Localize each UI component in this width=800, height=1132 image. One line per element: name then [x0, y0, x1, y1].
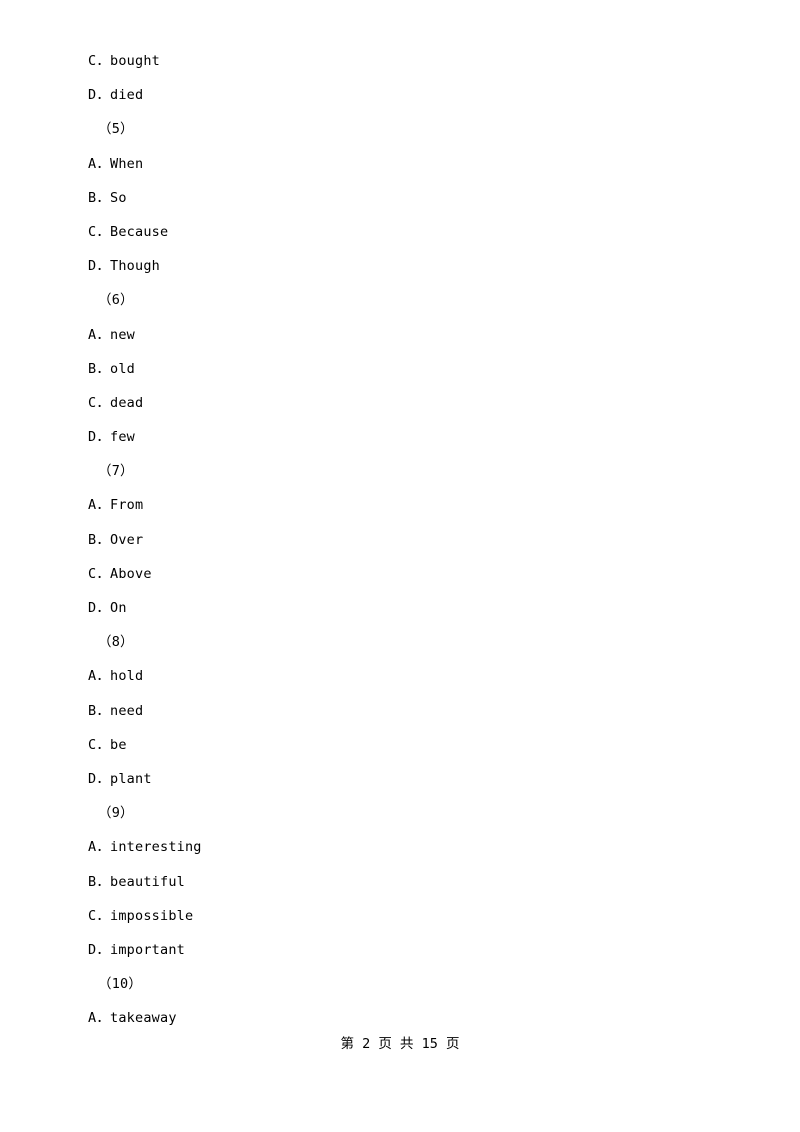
question-number: （10）: [98, 976, 143, 993]
question-number: （6）: [98, 292, 134, 309]
answer-option: D．few: [88, 429, 136, 446]
answer-option: D．On: [88, 600, 127, 616]
answer-option: D．died: [88, 87, 144, 104]
question-number: （8）: [98, 634, 134, 651]
answer-option: C．bought: [88, 53, 160, 69]
answer-option: B．So: [88, 189, 127, 206]
answer-option: A．hold: [88, 668, 144, 685]
answer-option: D．plant: [88, 770, 152, 787]
answer-option: C．be: [88, 736, 127, 753]
question-number: （7）: [98, 463, 134, 480]
question-number: （9）: [98, 805, 134, 822]
answer-option: D．important: [88, 941, 185, 958]
answer-option: B．Over: [88, 531, 144, 548]
answer-option: C．impossible: [88, 907, 194, 924]
question-number: （5）: [98, 121, 134, 138]
document-page: C．bought D．died （5） A．When B．So C．Because D．Th…: [0, 0, 800, 1132]
answer-option: C．Above: [88, 565, 152, 582]
answer-option: C．Because: [88, 223, 169, 240]
answer-option: A．new: [88, 326, 136, 343]
document-body: C．bought D．died （5） A．When B．So C．Because D．Th…: [88, 44, 708, 1035]
page-footer: 第 2 页 共 15 页: [340, 1036, 460, 1052]
answer-option: A．takeaway: [88, 1010, 177, 1027]
answer-option: B．old: [88, 360, 136, 377]
answer-option: A．When: [88, 155, 144, 172]
answer-option: C．dead: [88, 394, 144, 411]
answer-option: D．Though: [88, 258, 160, 275]
answer-option: B．beautiful: [88, 873, 185, 890]
answer-option: A．interesting: [88, 839, 202, 856]
answer-option: A．From: [88, 497, 144, 514]
answer-option: B．need: [88, 702, 144, 719]
